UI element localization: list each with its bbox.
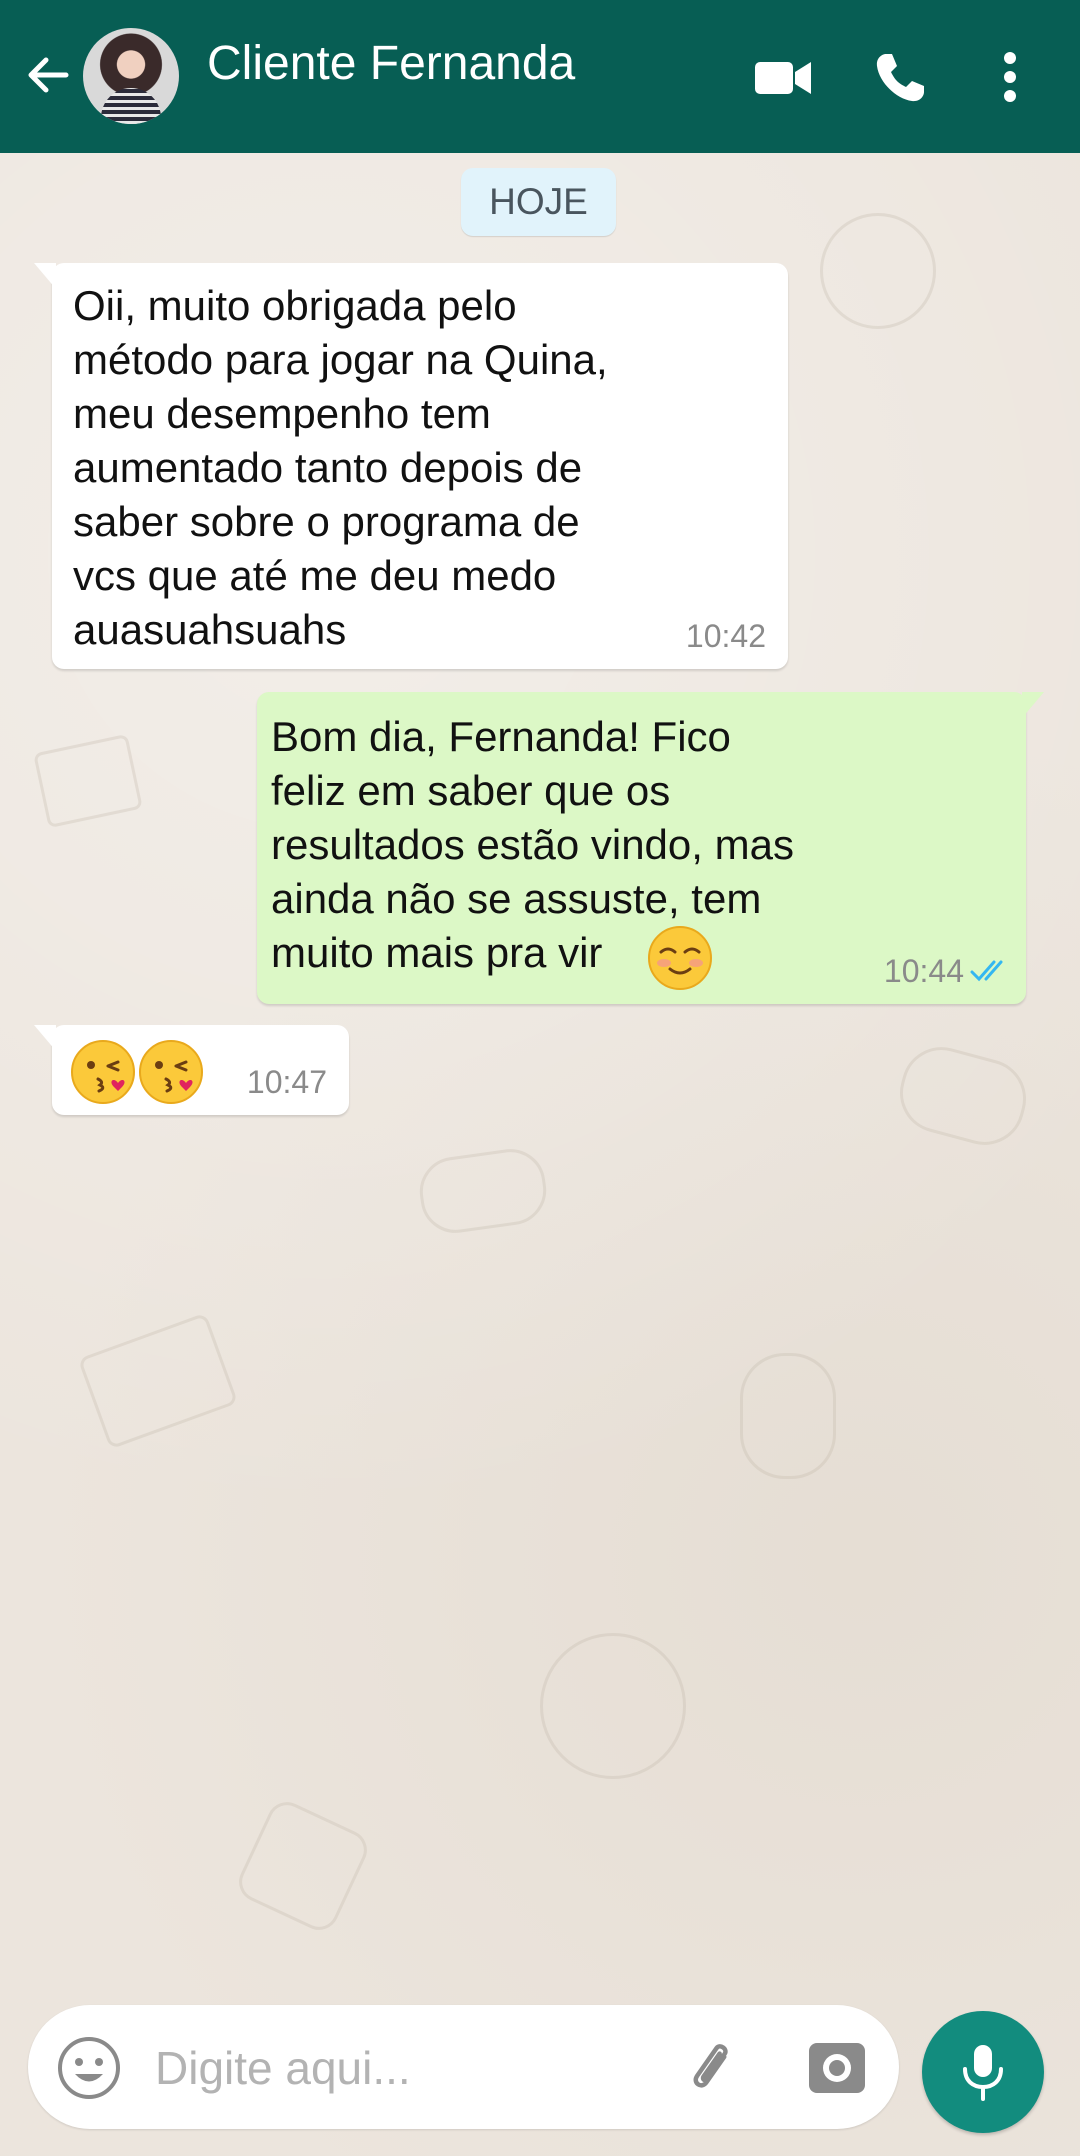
message-input[interactable] bbox=[153, 2033, 677, 2103]
read-receipt-icon bbox=[970, 960, 1003, 982]
wallpaper-doodle bbox=[415, 1144, 551, 1238]
date-divider: HOJE bbox=[461, 168, 616, 236]
incoming-message-bubble[interactable]: 10:47 bbox=[34, 1025, 349, 1115]
message-text: Oii, muito obrigada pelo método para jog… bbox=[73, 282, 608, 653]
kissing-face-emoji bbox=[139, 1040, 203, 1104]
incoming-message-bubble[interactable]: Oii, muito obrigada pelo método para jog… bbox=[34, 263, 788, 669]
message-composer bbox=[28, 2005, 899, 2129]
microphone-icon bbox=[963, 2045, 1003, 2101]
wallpaper-doodle bbox=[891, 1038, 1035, 1154]
avatar-photo bbox=[101, 88, 161, 124]
back-arrow-icon[interactable] bbox=[22, 50, 72, 100]
more-options-icon[interactable] bbox=[990, 48, 1030, 108]
wallpaper-doodle bbox=[740, 1353, 836, 1479]
smiling-face-emoji bbox=[648, 926, 712, 990]
wallpaper-doodle bbox=[77, 1312, 239, 1450]
message-text: Bom dia, Fernanda! Fico feliz em saber q… bbox=[271, 710, 871, 980]
attach-icon[interactable] bbox=[678, 2033, 748, 2103]
outgoing-message-bubble[interactable]: Bom dia, Fernanda! Fico feliz em saber q… bbox=[257, 692, 1044, 1004]
emoji-icon[interactable] bbox=[56, 2035, 122, 2101]
voice-call-icon[interactable] bbox=[870, 48, 930, 108]
contact-name[interactable]: Cliente Fernanda bbox=[207, 36, 575, 91]
chat-header: Cliente Fernanda bbox=[0, 0, 1080, 153]
message-time: 10:47 bbox=[246, 1064, 327, 1100]
message-text-content: Bom dia, Fernanda! Fico feliz em saber q… bbox=[271, 713, 794, 976]
contact-avatar[interactable] bbox=[83, 28, 179, 124]
bubble-tail bbox=[1022, 692, 1044, 718]
camera-icon[interactable] bbox=[805, 2035, 869, 2099]
wallpaper-doodle bbox=[820, 213, 936, 329]
message-time: 10:42 bbox=[685, 618, 766, 654]
wallpaper-doodle bbox=[33, 733, 143, 829]
message-time: 10:44 bbox=[883, 953, 964, 989]
voice-message-button[interactable] bbox=[922, 2011, 1044, 2133]
wallpaper-doodle bbox=[232, 1795, 374, 1937]
video-call-icon[interactable] bbox=[753, 48, 813, 108]
wallpaper-doodle bbox=[540, 1633, 686, 1779]
kissing-face-emoji bbox=[71, 1040, 135, 1104]
bubble-tail bbox=[34, 1025, 56, 1051]
bubble-tail bbox=[34, 263, 56, 289]
